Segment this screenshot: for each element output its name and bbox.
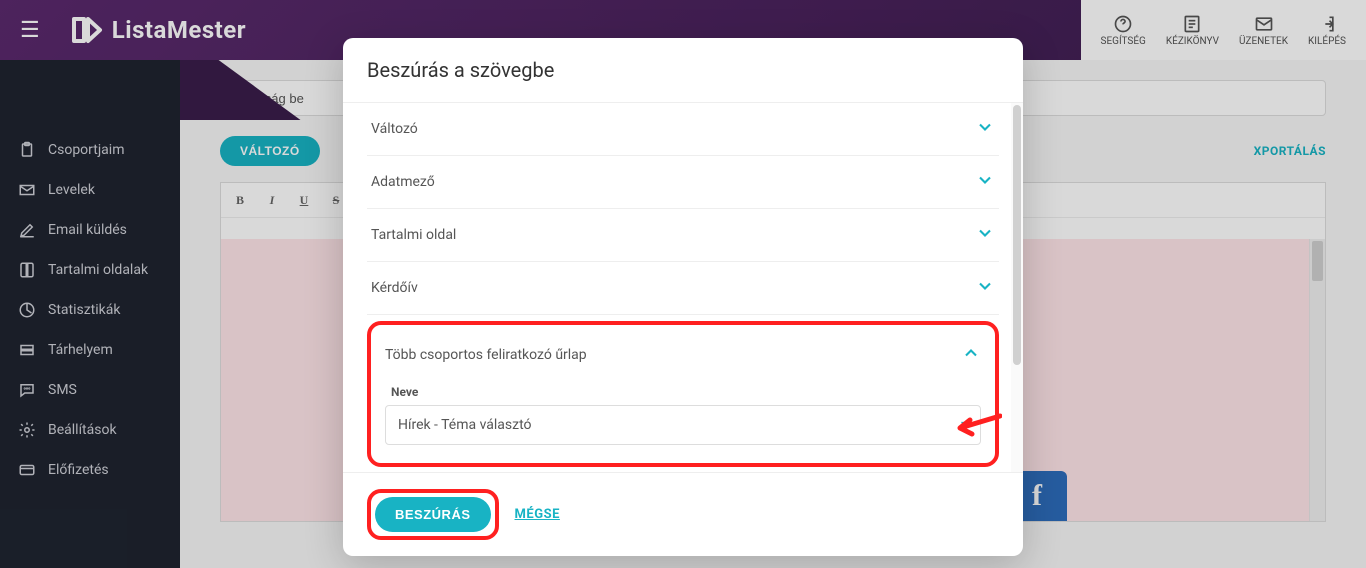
accordion-label: Több csoportos feliratkozó űrlap bbox=[385, 347, 587, 363]
cancel-link[interactable]: MÉGSE bbox=[515, 507, 560, 522]
select-value: Hírek - Téma választó bbox=[398, 417, 532, 433]
insert-button[interactable]: BESZÚRÁS bbox=[375, 497, 491, 532]
accordion-label: Kérdőív bbox=[371, 280, 418, 296]
field-label-name: Neve bbox=[391, 385, 981, 399]
chevron-down-icon bbox=[975, 117, 995, 141]
modal-title: Beszúrás a szövegbe bbox=[343, 38, 1023, 102]
insert-button-highlight: BESZÚRÁS bbox=[367, 489, 499, 540]
accordion-page[interactable]: Tartalmi oldal bbox=[367, 209, 999, 262]
chevron-down-icon bbox=[975, 170, 995, 194]
accordion-variable[interactable]: Változó bbox=[367, 103, 999, 156]
accordion-survey[interactable]: Kérdőív bbox=[367, 262, 999, 315]
chevron-up-icon bbox=[961, 343, 981, 367]
accordion-label: Adatmező bbox=[371, 174, 435, 190]
accordion-multigroup[interactable]: Több csoportos feliratkozó űrlap bbox=[385, 337, 981, 377]
chevron-down-icon bbox=[975, 223, 995, 247]
modal-scrollbar[interactable] bbox=[1011, 103, 1023, 472]
insert-modal: Beszúrás a szövegbe Változó Adatmező Tar… bbox=[343, 38, 1023, 556]
highlighted-section: Több csoportos feliratkozó űrlap Neve Hí… bbox=[367, 321, 999, 467]
accordion-label: Változó bbox=[371, 121, 418, 137]
accordion-label: Tartalmi oldal bbox=[371, 227, 456, 243]
form-select[interactable]: Hírek - Téma választó ▾ bbox=[385, 405, 981, 445]
chevron-down-icon bbox=[975, 276, 995, 300]
accordion-datafield[interactable]: Adatmező bbox=[367, 156, 999, 209]
annotation-arrow bbox=[952, 412, 1002, 442]
